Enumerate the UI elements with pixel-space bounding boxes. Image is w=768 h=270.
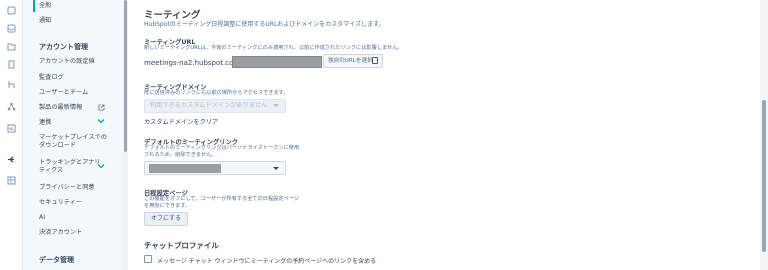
contacts-icon[interactable] <box>7 6 16 15</box>
default-link-help: デフォルトのミーティングリンクはパーソナライズトークンに使用 されるため、削除で… <box>144 145 300 158</box>
sidebar-item-notifications[interactable]: 通知 <box>39 17 51 25</box>
meeting-url-slug-redacted <box>232 56 322 68</box>
sidebar-section-account: アカウント管理 <box>39 43 88 51</box>
table-icon[interactable] <box>7 176 16 185</box>
include-meeting-link-checkbox[interactable] <box>144 255 152 263</box>
sidebar-item-tracking-analytics[interactable]: トラッキングとアナリ ティクス <box>39 159 101 175</box>
chat-profile-heading: チャットプロファイル <box>144 241 219 250</box>
sidebar-item-product-updates[interactable]: 製品の最新情報 <box>39 104 82 112</box>
main-content: ミーティング HubSpotのミーティング日程調整に使用するURLおよびドメイン… <box>128 0 760 270</box>
settings-sidebar: 全般 通知 アカウント管理 アカウントの既定値 監査ログ ユーザーとチーム 製品… <box>23 0 123 270</box>
reports-icon[interactable] <box>7 124 16 133</box>
main-scrollbar[interactable] <box>760 0 768 270</box>
clear-custom-domain-link[interactable]: カスタムドメインをクリア <box>144 117 218 126</box>
chevron-down-icon[interactable] <box>97 163 105 171</box>
sidebar-item-security[interactable]: セキュリティー <box>39 199 82 207</box>
sidebar-item-privacy-consent[interactable]: プライバシーと同意 <box>39 184 95 192</box>
copy-icon <box>372 57 378 64</box>
sidebar-section-data: データ管理 <box>39 256 74 264</box>
chevron-down-icon <box>273 167 279 170</box>
turn-off-button[interactable]: オフにする <box>144 212 188 226</box>
book-icon[interactable] <box>7 60 16 69</box>
sidebar-item-marketplace-downloads[interactable]: マーケットプレイスでの ダウンロード <box>39 134 107 150</box>
network-icon[interactable] <box>7 102 16 111</box>
chevron-down-icon[interactable] <box>97 118 105 126</box>
meeting-url-help: 新しいミーティングURLは、今後のミーティングにのみ適用され、以前に作成されたリ… <box>144 45 403 51</box>
custom-domain-select: 利用できるカスタムドメインがありません <box>144 99 286 113</box>
external-link-icon <box>98 104 105 113</box>
choose-custom-url-button[interactable]: 独自のURLを選択 <box>323 54 383 68</box>
active-indicator <box>33 0 35 12</box>
sidebar-item-integrations[interactable]: 連携 <box>39 119 51 127</box>
folder-icon[interactable] <box>7 42 16 51</box>
default-link-value-redacted <box>149 164 221 173</box>
sidebar-item-users-teams[interactable]: ユーザーとチーム <box>39 89 88 97</box>
sidebar-item-payment-accounts[interactable]: 決済アカウント <box>39 229 82 237</box>
meeting-url-prefix: meetings-na2.hubspot.com/ <box>144 59 243 67</box>
choose-custom-url-label: 独自のURLを選択 <box>328 58 373 64</box>
scheduling-page-help: この機能をオフにして、ユーザーが所有する全ての日程設定ページ を無効にできます。 <box>144 196 300 209</box>
default-link-select[interactable] <box>144 161 286 175</box>
meeting-domain-help: 既に送信済みのリンクにも以前の場所からアクセスできます。 <box>144 90 289 96</box>
main-scrollbar-thumb[interactable] <box>762 100 766 252</box>
collapse-icon[interactable] <box>7 155 16 164</box>
sidebar-item-audit-log[interactable]: 監査ログ <box>39 74 64 82</box>
page-description: HubSpotのミーティング日程調整に使用するURLおよびドメインをカスタマイズ… <box>144 21 385 28</box>
sidebar-item-general[interactable]: 全般 <box>39 2 51 10</box>
automation-icon[interactable] <box>7 80 16 89</box>
include-meeting-link-label[interactable]: メッセージ チャット ウィンドウにミーティングの予約ページへのリンクを含める <box>157 256 376 265</box>
global-icon-rail <box>0 0 23 270</box>
inbox-icon[interactable] <box>7 24 16 33</box>
sidebar-scrollbar-thumb[interactable] <box>124 0 127 152</box>
custom-domain-select-placeholder: 利用できるカスタムドメインがありません <box>150 102 268 109</box>
sidebar-item-ai[interactable]: AI <box>39 214 45 222</box>
chevron-down-icon <box>273 104 279 107</box>
sidebar-item-account-defaults[interactable]: アカウントの既定値 <box>39 58 95 66</box>
